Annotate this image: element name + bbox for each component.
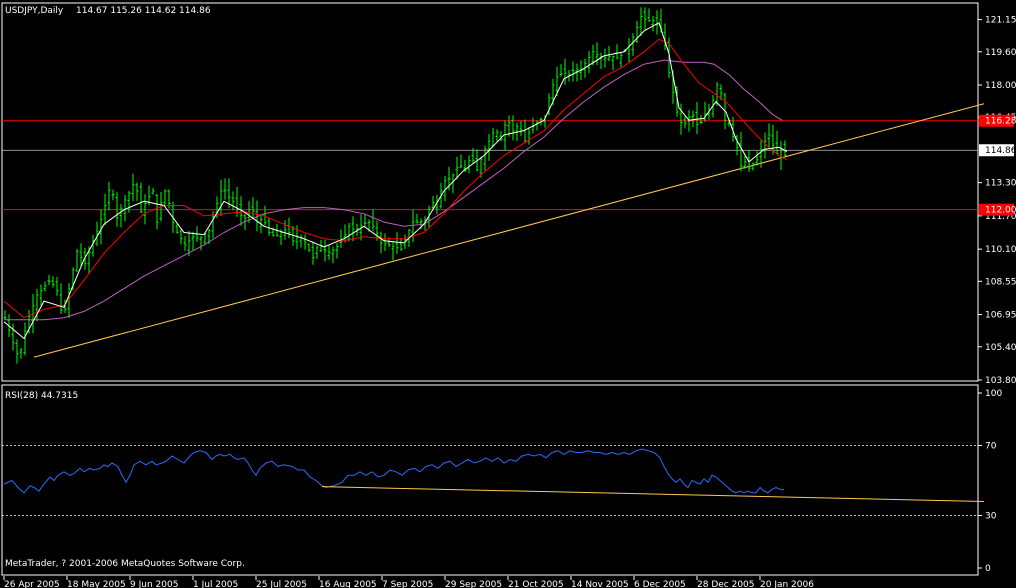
time-tick-label: 6 Dec 2005 (634, 580, 686, 588)
ohlc-values: 114.67 115.26 114.62 114.86 (76, 6, 211, 16)
price-tick-label: 119.60 (985, 48, 1016, 58)
price-tick-label: 113.30 (985, 179, 1016, 189)
time-tick-label: 1 Jul 2005 (193, 580, 238, 588)
time-tick-label: 16 Aug 2005 (319, 580, 377, 588)
chart-background (0, 0, 1016, 588)
copyright-text: MetaTrader, ? 2001-2006 MetaQuotes Softw… (5, 559, 245, 569)
time-tick-label: 20 Jan 2006 (760, 580, 814, 588)
time-tick-label: 26 Apr 2005 (4, 580, 60, 588)
price-tick-label: 121.15 (985, 16, 1016, 26)
price-tick-label: 105.40 (985, 343, 1016, 353)
rsi-tick-label: 70 (985, 442, 997, 452)
rsi-title: RSI(28) 44.7315 (5, 391, 78, 401)
time-tick-label: 18 May 2005 (67, 580, 126, 588)
rsi-tick-label: 0 (985, 564, 991, 574)
time-tick-label: 14 Nov 2005 (571, 580, 629, 588)
time-tick-label: 29 Sep 2005 (445, 580, 502, 588)
price-tick-label: 106.95 (985, 311, 1016, 321)
time-tick-label: 21 Oct 2005 (508, 580, 564, 588)
last-price-label: 114.86 (985, 146, 1016, 156)
price-tick-label: 118.00 (985, 81, 1016, 91)
hline-label: 116.28 (985, 117, 1016, 127)
price-tick-label: 103.80 (985, 376, 1016, 386)
time-tick-label: 28 Dec 2005 (697, 580, 755, 588)
time-tick-label: 9 Jun 2005 (130, 580, 178, 588)
time-tick-label: 7 Sep 2005 (382, 580, 433, 588)
chart-canvas: 121.15119.60118.00116.45113.30111.70110.… (0, 0, 1016, 588)
rsi-tick-label: 100 (985, 389, 1002, 399)
symbol-title: USDJPY,Daily (5, 6, 64, 16)
price-tick-label: 110.10 (985, 245, 1016, 255)
price-tick-label: 108.55 (985, 277, 1016, 287)
hline-label: 112.00 (985, 206, 1016, 216)
time-tick-label: 25 Jul 2005 (256, 580, 307, 588)
rsi-tick-label: 30 (985, 512, 997, 522)
